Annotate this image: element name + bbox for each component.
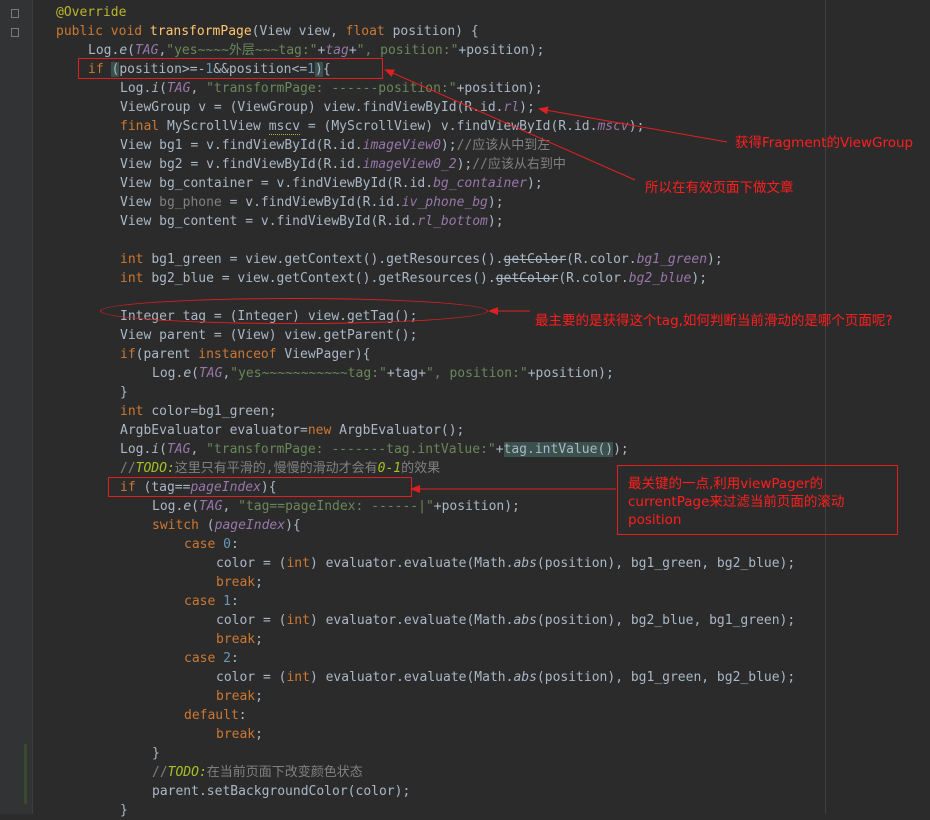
note-effective-page: 所以在有效页面下做文章: [645, 180, 794, 196]
arrow-effective-page: [384, 69, 636, 181]
annotation-layer: 获得Fragment的ViewGroup 所以在有效页面下做文章 最主要的是获得…: [0, 0, 930, 814]
arrow-viewgroup: [538, 106, 728, 143]
highlight-box-if-position: [78, 58, 383, 79]
annotation-arrows: [384, 69, 728, 493]
highlight-box-if-tag: [108, 477, 412, 497]
highlight-oval-get-tag: [100, 298, 488, 324]
note-viewgroup: 获得Fragment的ViewGroup: [735, 135, 914, 151]
note-get-tag: 最主要的是获得这个tag,如何判断当前滑动的是哪个页面呢?: [535, 313, 893, 329]
note-key-point: 最关键的一点,利用viewPager的currentPage来过滤当前页面的滚动…: [628, 476, 845, 528]
